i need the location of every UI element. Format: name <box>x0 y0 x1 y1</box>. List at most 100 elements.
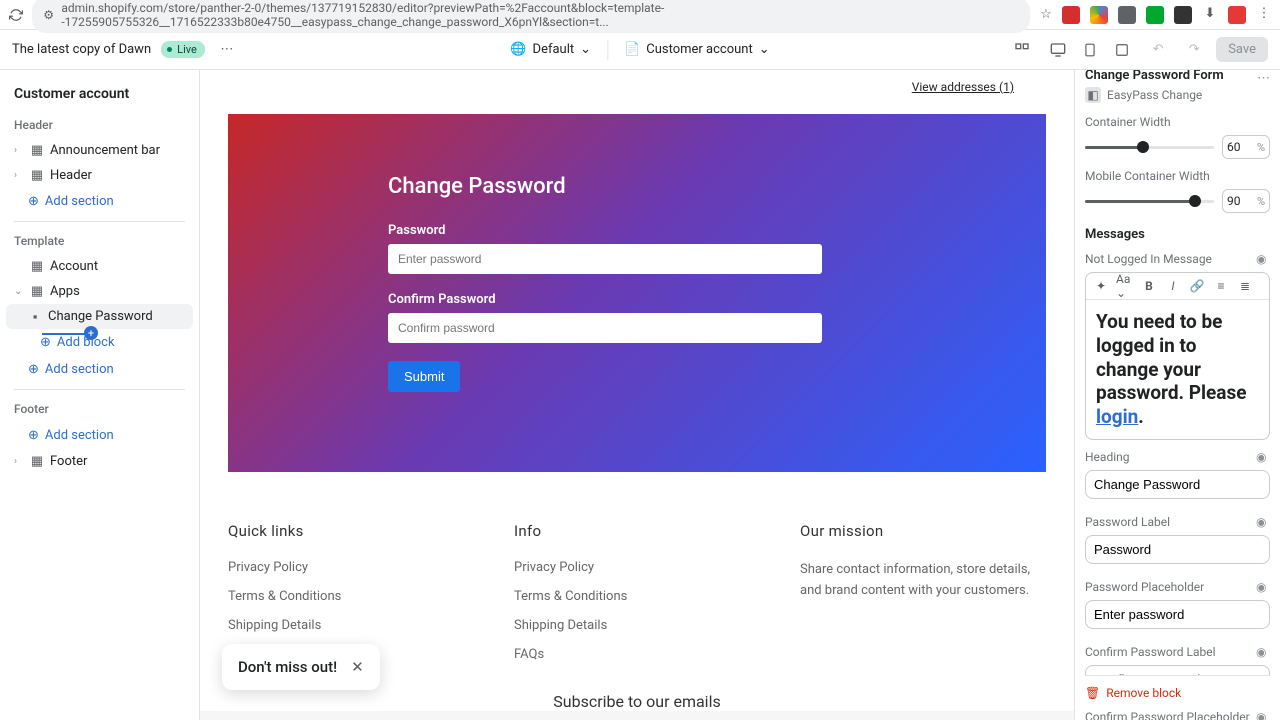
undo-button[interactable]: ↶ <box>1144 36 1172 64</box>
more-icon[interactable]: ⋮ <box>1256 6 1272 22</box>
tree-item-account[interactable]: › ▦ Account <box>0 254 199 279</box>
password-label-input[interactable] <box>1085 535 1270 564</box>
chevron-down-icon: ⌄ <box>14 286 24 297</box>
dynamic-source-icon[interactable]: ◉ <box>1256 580 1270 594</box>
ext-icon[interactable] <box>1118 6 1136 24</box>
chevron-down-icon: ⌄ <box>759 42 770 57</box>
footer-link[interactable]: Shipping Details <box>228 618 474 633</box>
theme-name: The latest copy of Dawn <box>12 42 151 57</box>
tree-item-change-password[interactable]: ▪ Change Password + <box>6 304 193 329</box>
ext-icon[interactable] <box>1174 6 1192 24</box>
bold-button[interactable]: B <box>1140 277 1158 295</box>
ext-icon[interactable] <box>1090 6 1108 24</box>
paragraph-style-button[interactable]: Aa ⌄ <box>1116 277 1134 295</box>
tree-item-apps[interactable]: ⌄ ▦ Apps <box>0 279 199 304</box>
setting-label: Not Logged In Message ◉ <box>1085 252 1270 266</box>
footer-col-title: Info <box>514 522 760 540</box>
tree-item-footer[interactable]: › ▦ Footer <box>0 449 199 474</box>
link-button[interactable]: 🔗 <box>1188 277 1206 295</box>
app-bar: The latest copy of Dawn Live ⋯ 🌐 Default… <box>0 30 1280 70</box>
page-title: Customer account <box>0 80 199 112</box>
plus-circle-icon: ⊕ <box>40 335 51 350</box>
more-actions-button[interactable]: ⋯ <box>215 38 239 62</box>
mobile-width-value[interactable]: 90% <box>1222 189 1270 213</box>
footer-link[interactable]: Terms & Conditions <box>514 589 760 604</box>
container-width-value[interactable]: 60% <box>1222 135 1270 159</box>
template-selector[interactable]: 🌐 Default ⌄ <box>510 42 591 57</box>
close-icon[interactable]: ✕ <box>351 658 364 676</box>
ordered-list-button[interactable]: ≣ <box>1236 277 1254 295</box>
page-icon: 📄 <box>624 42 640 57</box>
ext-icon[interactable] <box>1146 6 1164 24</box>
password-label: Password <box>388 223 445 238</box>
dynamic-source-icon[interactable]: ◉ <box>1256 252 1270 266</box>
confirm-password-input[interactable] <box>388 313 822 343</box>
dynamic-source-icon[interactable]: ◉ <box>1256 645 1270 659</box>
section-label-header: Header <box>0 112 199 138</box>
sections-sidebar: Customer account Header › ▦ Announcement… <box>0 70 200 720</box>
heading-input[interactable] <box>1085 470 1270 499</box>
remove-block-button[interactable]: 🗑 Remove block <box>1085 675 1270 710</box>
container-width-slider[interactable] <box>1085 146 1214 149</box>
insert-block-button[interactable]: + <box>84 326 98 340</box>
save-button: Save <box>1216 37 1268 62</box>
extensions: ⬇ ⋮ <box>1062 6 1272 24</box>
page-selector[interactable]: 📄 Customer account ⌄ <box>624 42 770 57</box>
tune-icon: ⚙ <box>42 7 55 23</box>
footer-link[interactable]: Privacy Policy <box>228 560 474 575</box>
reload-icon[interactable] <box>8 7 24 23</box>
chevron-right-icon: › <box>14 170 24 181</box>
fullscreen-icon[interactable] <box>1108 36 1136 64</box>
more-icon[interactable]: ⋯ <box>1257 71 1270 86</box>
add-section-button[interactable]: ⊕ Add section <box>0 356 199 383</box>
change-password-block[interactable]: Change Password Password Confirm Passwor… <box>228 114 1046 472</box>
app-icon: ◧ <box>1085 87 1101 103</box>
password-placeholder-input[interactable] <box>1085 600 1270 629</box>
password-input[interactable] <box>388 244 822 274</box>
url-bar[interactable]: ⚙ admin.shopify.com/store/panther-2-0/th… <box>32 0 1030 33</box>
download-icon[interactable]: ⬇ <box>1202 6 1218 22</box>
selection-indicator <box>42 333 88 335</box>
italic-button[interactable]: I <box>1164 277 1182 295</box>
ai-icon[interactable]: ✦ <box>1092 277 1110 295</box>
trash-icon: 🗑 <box>1085 686 1100 700</box>
url-text: admin.shopify.com/store/panther-2-0/them… <box>61 1 1020 29</box>
section-icon: ▦ <box>30 260 44 274</box>
section-label-footer: Footer <box>0 396 199 422</box>
tree-item-announcement[interactable]: › ▦ Announcement bar <box>0 138 199 163</box>
rte-content[interactable]: You need to be logged in to change your … <box>1086 300 1269 439</box>
setting-label: Heading◉ <box>1085 450 1270 464</box>
add-block-button[interactable]: ⊕ Add block <box>0 329 199 356</box>
redo-button[interactable]: ↷ <box>1180 36 1208 64</box>
block-title: Change Password Form <box>1085 70 1224 87</box>
footer-link[interactable]: Shipping Details <box>514 618 760 633</box>
settings-sidebar: Change Password Form ⋯ ◧ EasyPass Change… <box>1074 70 1280 720</box>
bullet-list-button[interactable]: ≡ <box>1212 277 1230 295</box>
inspector-icon[interactable] <box>1008 36 1036 64</box>
chevron-down-icon: ⌄ <box>580 42 591 57</box>
desktop-icon[interactable] <box>1044 36 1072 64</box>
star-icon[interactable]: ☆ <box>1038 7 1054 23</box>
footer-link[interactable]: FAQs <box>514 647 760 662</box>
view-addresses-link[interactable]: View addresses (1) <box>200 70 1074 104</box>
app-badge: ◧ EasyPass Change <box>1085 87 1270 103</box>
add-section-button[interactable]: ⊕ Add section <box>0 422 199 449</box>
footer-col-title: Our mission <box>800 522 1046 540</box>
add-section-button[interactable]: ⊕ Add section <box>0 188 199 215</box>
dynamic-source-icon[interactable]: ◉ <box>1256 515 1270 529</box>
ext-icon[interactable] <box>1062 6 1080 24</box>
divider <box>14 389 185 390</box>
toast: Don't miss out! ✕ <box>222 644 380 690</box>
footer-link[interactable]: Terms & Conditions <box>228 589 474 604</box>
mobile-width-slider[interactable] <box>1085 200 1214 203</box>
live-badge: Live <box>161 41 205 58</box>
submit-button[interactable]: Submit <box>388 361 460 392</box>
dynamic-source-icon[interactable]: ◉ <box>1256 710 1270 720</box>
setting-label: Password Label◉ <box>1085 515 1270 529</box>
tree-item-header[interactable]: › ▦ Header <box>0 163 199 188</box>
rich-text-editor[interactable]: ✦ Aa ⌄ B I 🔗 ≡ ≣ You need to be logged i… <box>1085 272 1270 440</box>
ext-icon[interactable] <box>1228 6 1246 24</box>
mobile-icon[interactable] <box>1076 36 1104 64</box>
footer-link[interactable]: Privacy Policy <box>514 560 760 575</box>
dynamic-source-icon[interactable]: ◉ <box>1256 450 1270 464</box>
